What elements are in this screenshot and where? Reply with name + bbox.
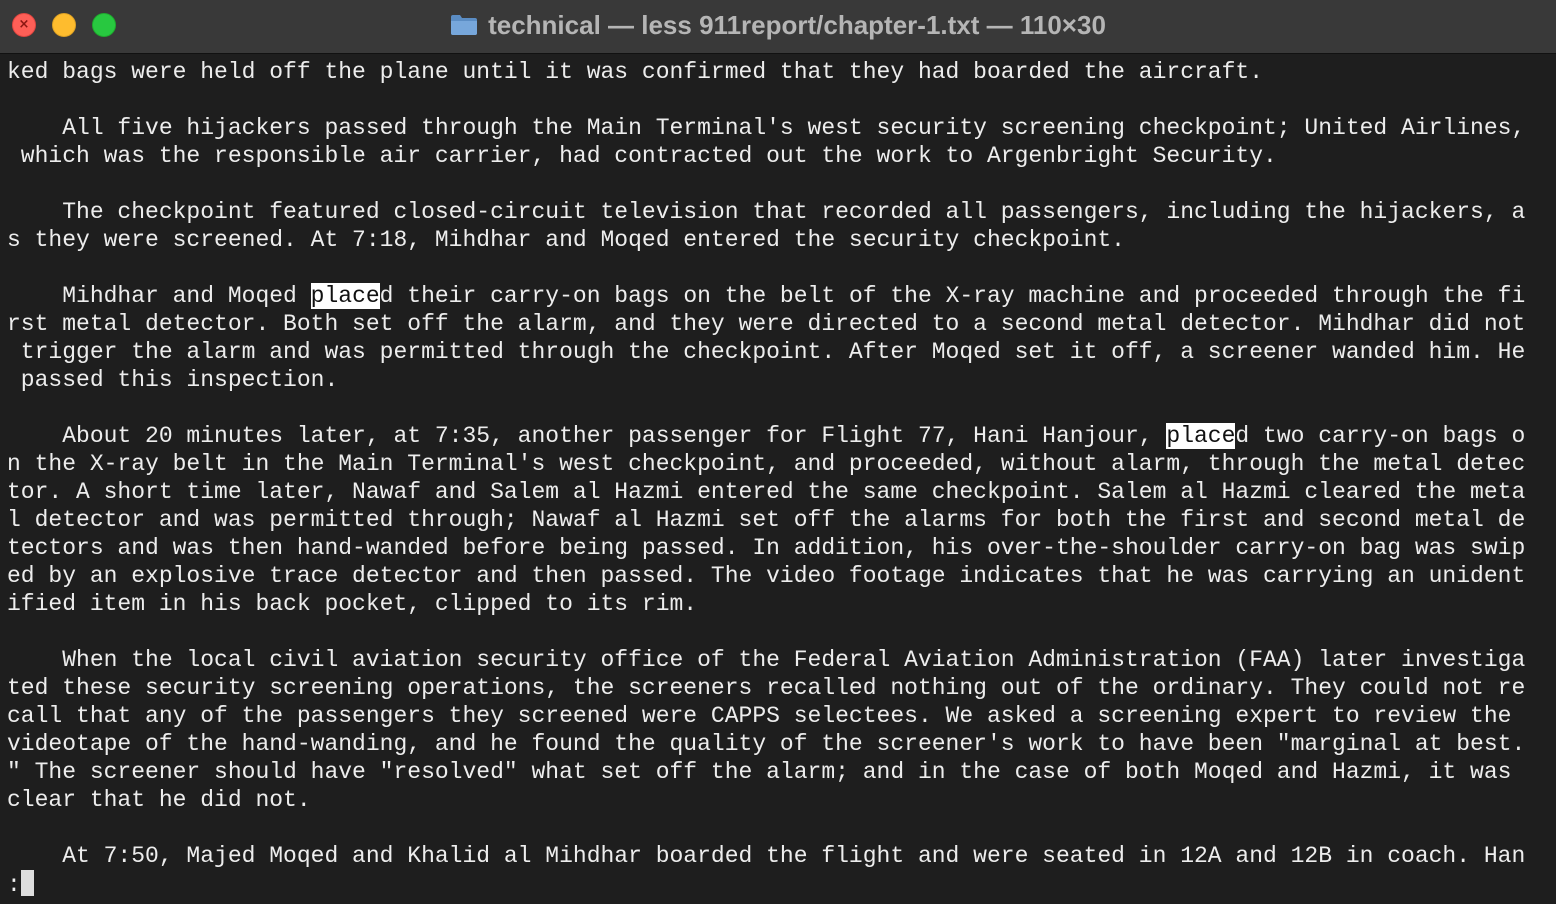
terminal-line: passed this inspection. <box>7 367 339 393</box>
terminal-line: tor. A short time later, Nawaf and Salem… <box>7 479 1526 505</box>
text-cursor <box>20 870 34 896</box>
search-match-highlight: place <box>310 283 380 309</box>
terminal-line: " The screener should have "resolved" wh… <box>7 759 1512 785</box>
terminal-line: videotape of the hand-wanding, and he fo… <box>7 731 1526 757</box>
terminal-line: ified item in his back pocket, clipped t… <box>7 591 698 617</box>
title-bar[interactable]: × technical — less 911report/chapter-1.t… <box>0 0 1556 54</box>
search-match-highlight: place <box>1166 423 1236 449</box>
terminal-line: At 7:50, Majed Moqed and Khalid al Mihdh… <box>7 843 1526 869</box>
terminal-line: tectors and was then hand-wanded before … <box>7 535 1526 561</box>
window-title: technical — less 911report/chapter-1.txt… <box>488 9 1106 40</box>
terminal-line: clear that he did not. <box>7 787 311 813</box>
terminal-content[interactable]: ked bags were held off the plane until i… <box>0 58 1556 904</box>
prompt-char: : <box>7 872 21 898</box>
terminal-line: ked bags were held off the plane until i… <box>7 59 1264 85</box>
less-prompt[interactable]: : <box>7 870 34 898</box>
terminal-line: ted these security screening operations,… <box>7 675 1526 701</box>
folder-icon <box>450 14 478 36</box>
terminal-line: When the local civil aviation security o… <box>7 647 1526 673</box>
terminal-line: which was the responsible air carrier, h… <box>7 143 1277 169</box>
window-title-area: technical — less 911report/chapter-1.txt… <box>0 0 1556 50</box>
terminal-line: ed by an explosive trace detector and th… <box>7 563 1526 589</box>
terminal-line: All five hijackers passed through the Ma… <box>7 115 1526 141</box>
terminal-line: About 20 minutes later, at 7:35, another… <box>7 423 1526 449</box>
terminal-line: Mihdhar and Moqed placed their carry-on … <box>7 283 1526 309</box>
terminal-line: call that any of the passengers they scr… <box>7 703 1512 729</box>
terminal-line: trigger the alarm and was permitted thro… <box>7 339 1526 365</box>
terminal-line: The checkpoint featured closed-circuit t… <box>7 199 1526 225</box>
terminal-line: s they were screened. At 7:18, Mihdhar a… <box>7 227 1125 253</box>
terminal-line: rst metal detector. Both set off the ala… <box>7 311 1526 337</box>
terminal-line: l detector and was permitted through; Na… <box>7 507 1526 533</box>
terminal-window: × technical — less 911report/chapter-1.t… <box>0 0 1556 904</box>
terminal-line: n the X-ray belt in the Main Terminal's … <box>7 451 1526 477</box>
